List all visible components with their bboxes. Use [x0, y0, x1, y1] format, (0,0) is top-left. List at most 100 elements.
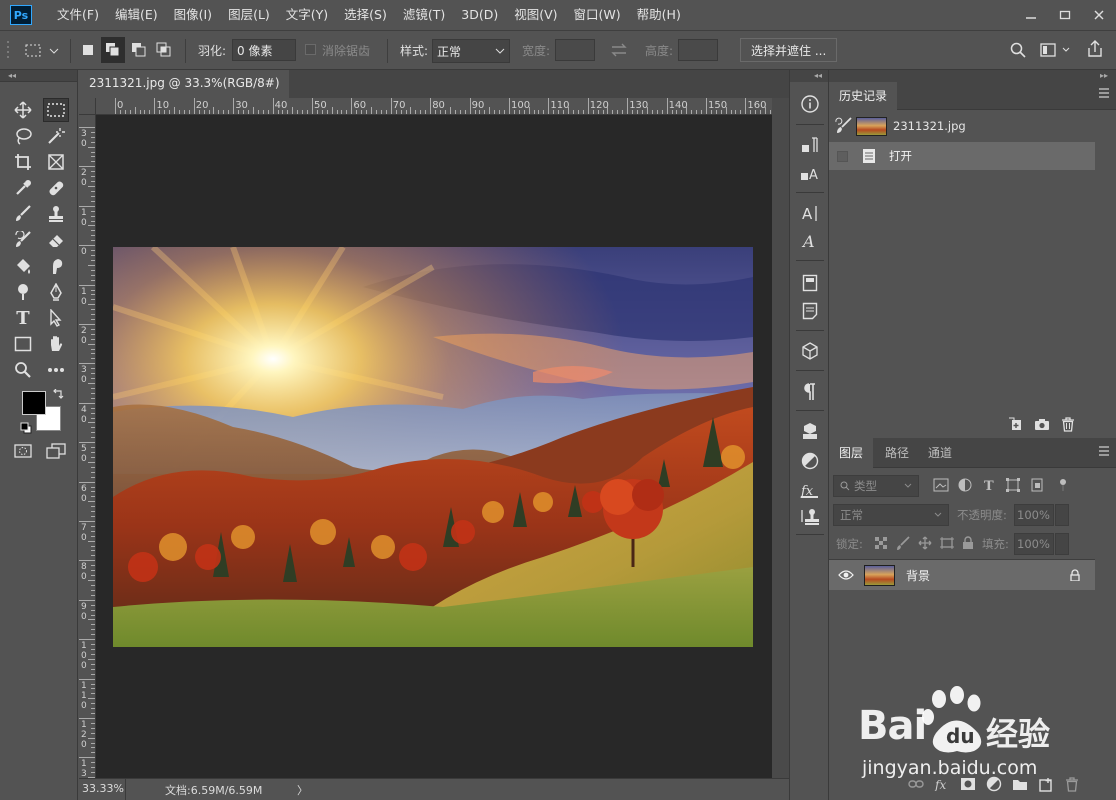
- new-selection-icon[interactable]: [78, 39, 98, 61]
- intersect-selection-icon[interactable]: [153, 39, 175, 61]
- lock-all-icon[interactable]: [961, 536, 975, 550]
- menu-item-1[interactable]: 编辑(E): [107, 0, 166, 30]
- swap-colors-icon[interactable]: [52, 389, 64, 401]
- adjustments-icon[interactable]: [796, 448, 824, 474]
- quick-mask-icon[interactable]: [10, 439, 36, 463]
- blend-mode-select[interactable]: 正常: [833, 504, 949, 526]
- paint-bucket-tool-icon[interactable]: [10, 254, 36, 278]
- toolbar-collapse-icon[interactable]: ◂◂: [0, 70, 77, 82]
- ruler-origin[interactable]: [79, 98, 96, 115]
- paragraph-icon[interactable]: [796, 379, 824, 405]
- character-panel-icon[interactable]: A: [796, 200, 824, 226]
- lasso-tool-icon[interactable]: [10, 124, 36, 148]
- close-window-button[interactable]: [1082, 0, 1116, 30]
- subtract-selection-icon[interactable]: [128, 39, 150, 61]
- width-input[interactable]: [555, 39, 595, 61]
- glyphs-icon[interactable]: A: [796, 160, 824, 186]
- tab-history[interactable]: 历史记录: [829, 82, 898, 110]
- tab-paths[interactable]: 路径: [875, 438, 919, 468]
- antialias-checkbox[interactable]: [305, 44, 316, 55]
- layer-filter-select[interactable]: 类型: [833, 475, 919, 497]
- eye-visibility-icon[interactable]: [838, 569, 854, 581]
- canvas-area[interactable]: [96, 115, 772, 778]
- crop-tool-icon[interactable]: [10, 150, 36, 174]
- history-step-checkbox[interactable]: [837, 150, 848, 162]
- menu-item-10[interactable]: 帮助(H): [629, 0, 689, 30]
- pen-tool-icon[interactable]: [43, 280, 69, 304]
- type-tool-icon[interactable]: T: [10, 306, 36, 330]
- character-styles-icon[interactable]: [796, 132, 824, 158]
- delete-state-icon[interactable]: [1055, 414, 1081, 434]
- shape-filter-icon[interactable]: [1005, 478, 1021, 492]
- opacity-dropdown[interactable]: [1055, 504, 1069, 526]
- menu-item-3[interactable]: 图层(L): [220, 0, 278, 30]
- menu-item-4[interactable]: 文字(Y): [278, 0, 336, 30]
- adjustment-filter-icon[interactable]: [957, 478, 973, 492]
- info-icon[interactable]: [796, 91, 824, 117]
- filter-toggle-icon[interactable]: [1053, 478, 1069, 492]
- path-selection-tool-icon[interactable]: [43, 306, 69, 330]
- frame-tool-icon[interactable]: [43, 150, 69, 174]
- screen-mode-icon[interactable]: [43, 439, 69, 463]
- lock-transparent-pixels-icon[interactable]: [873, 536, 889, 550]
- search-icon[interactable]: [1010, 42, 1026, 58]
- status-menu-arrow-icon[interactable]: 〉: [297, 782, 308, 798]
- select-and-mask-button[interactable]: 选择并遮住 ...: [740, 38, 838, 62]
- type-filter-icon[interactable]: T: [981, 478, 997, 492]
- horizontal-ruler[interactable]: 0 10 20 30 40 50 60 70 80 90 100 110 120 130 140 150 160: [79, 98, 772, 115]
- clone-source-icon[interactable]: [796, 504, 824, 530]
- paragraph-styles-icon[interactable]: A: [796, 228, 824, 254]
- default-colors-icon[interactable]: [20, 422, 32, 434]
- layer-row-background[interactable]: 背景: [829, 560, 1095, 590]
- eyedropper-tool-icon[interactable]: [10, 176, 36, 200]
- rectangle-tool-icon[interactable]: [10, 332, 36, 356]
- swap-dimensions-icon[interactable]: [610, 42, 628, 58]
- move-tool-icon[interactable]: [10, 98, 36, 122]
- height-input[interactable]: [678, 39, 718, 61]
- zoom-level[interactable]: 33.33%: [82, 782, 124, 795]
- lock-position-icon[interactable]: [917, 536, 933, 550]
- vertical-scrollbar[interactable]: [772, 98, 789, 778]
- maximize-button[interactable]: [1048, 0, 1082, 30]
- new-document-from-state-icon[interactable]: [1003, 414, 1029, 434]
- dodge-tool-icon[interactable]: [10, 280, 36, 304]
- feather-input[interactable]: 0 像素: [232, 39, 296, 61]
- tool-preset-picker[interactable]: [24, 40, 64, 62]
- more-tools-icon[interactable]: [43, 358, 69, 382]
- properties-icon[interactable]: [796, 298, 824, 324]
- menu-item-6[interactable]: 滤镜(T): [395, 0, 453, 30]
- clone-stamp-tool-icon[interactable]: [43, 202, 69, 226]
- fill-dropdown[interactable]: [1055, 533, 1069, 555]
- zoom-tool-icon[interactable]: [10, 358, 36, 382]
- tab-channels[interactable]: 通道: [918, 438, 962, 468]
- fill-input[interactable]: 100%: [1014, 533, 1054, 555]
- menu-item-8[interactable]: 视图(V): [506, 0, 565, 30]
- menu-item-2[interactable]: 图像(I): [166, 0, 220, 30]
- magic-wand-tool-icon[interactable]: [43, 124, 69, 148]
- healing-brush-tool-icon[interactable]: [43, 176, 69, 200]
- menu-item-9[interactable]: 窗口(W): [566, 0, 629, 30]
- brush-tool-icon[interactable]: [10, 202, 36, 226]
- panels-collapse-icon[interactable]: ▸▸: [829, 70, 1116, 82]
- notes-icon[interactable]: [796, 270, 824, 296]
- minimize-button[interactable]: [1014, 0, 1048, 30]
- eraser-tool-icon[interactable]: [43, 228, 69, 252]
- grip-handle[interactable]: [6, 40, 12, 60]
- hand-tool-icon[interactable]: [43, 332, 69, 356]
- new-snapshot-icon[interactable]: [1029, 414, 1055, 434]
- menu-item-5[interactable]: 选择(S): [336, 0, 395, 30]
- menu-item-7[interactable]: 3D(D): [453, 0, 506, 30]
- pixel-filter-icon[interactable]: [933, 478, 949, 492]
- history-snapshot[interactable]: 2311321.jpg: [829, 112, 1095, 140]
- foreground-color-swatch[interactable]: [22, 391, 46, 415]
- panel-menu-icon[interactable]: [1098, 88, 1110, 98]
- lock-artboard-icon[interactable]: [939, 536, 955, 550]
- tab-layers[interactable]: 图层: [829, 438, 874, 468]
- strip-collapse-icon[interactable]: ◂◂: [790, 70, 828, 82]
- history-brush-tool-icon[interactable]: [10, 228, 36, 252]
- 3d-cube-icon[interactable]: [796, 338, 824, 364]
- layer-name[interactable]: 背景: [906, 567, 930, 584]
- document-image[interactable]: [113, 247, 753, 647]
- document-tab[interactable]: 2311321.jpg @ 33.3%(RGB/8#) ×: [79, 70, 300, 98]
- smudge-tool-icon[interactable]: [43, 254, 69, 278]
